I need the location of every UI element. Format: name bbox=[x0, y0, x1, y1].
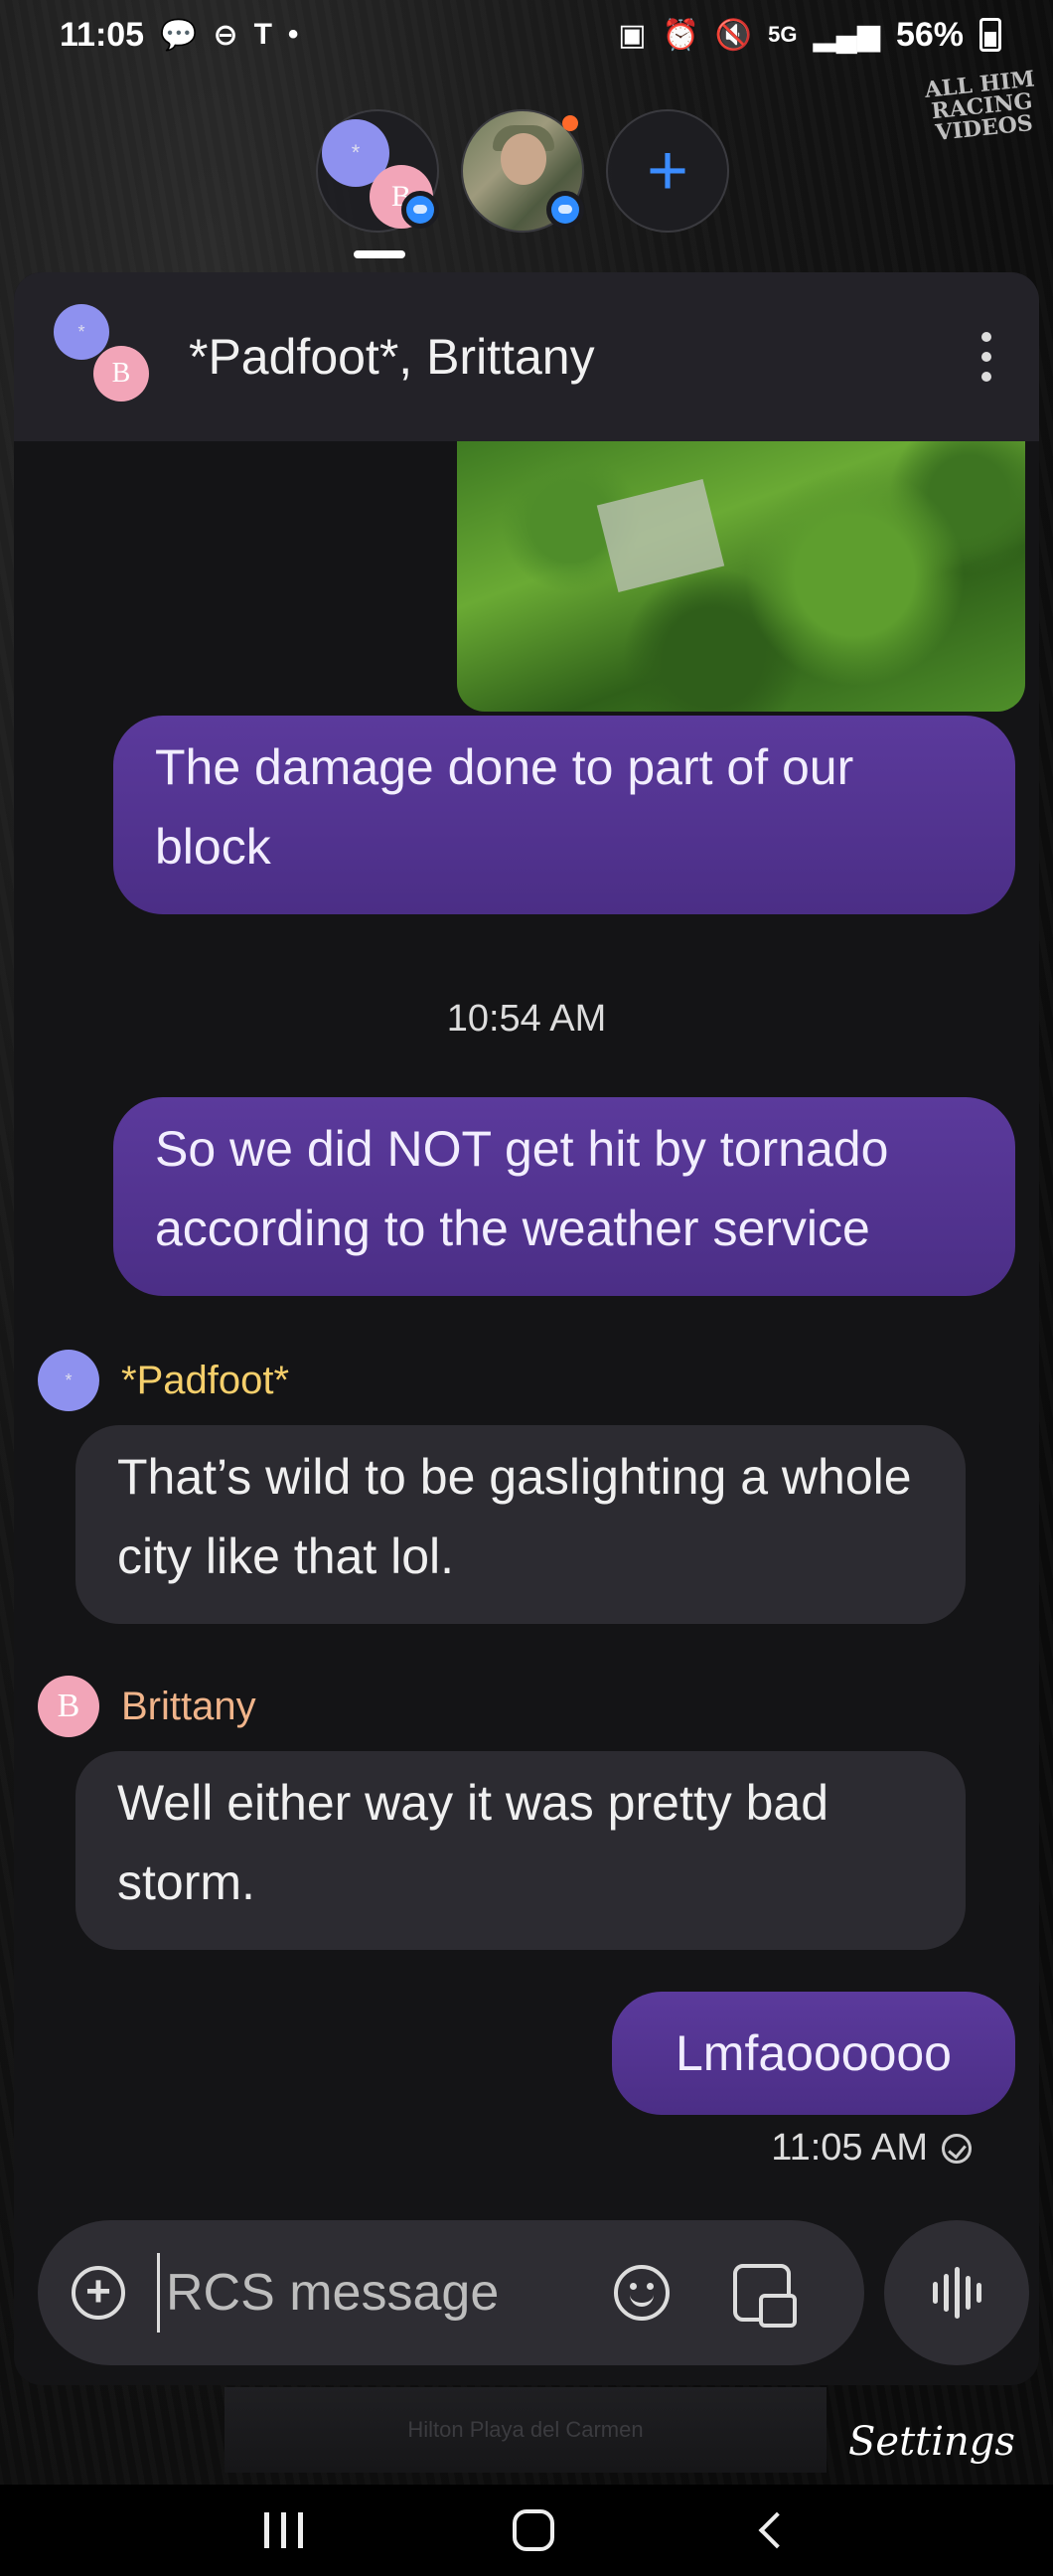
compose-bar: + bbox=[38, 2220, 864, 2365]
voice-message-button[interactable] bbox=[884, 2220, 1029, 2365]
sender-brittany: B Brittany bbox=[38, 1676, 256, 1737]
emoji-icon[interactable] bbox=[614, 2265, 670, 2321]
add-bubble-button[interactable]: + bbox=[606, 109, 729, 233]
back-icon[interactable] bbox=[758, 2511, 795, 2549]
photo-face bbox=[501, 133, 546, 185]
sender-padfoot: * *Padfoot* bbox=[38, 1350, 289, 1411]
image-debris bbox=[596, 479, 725, 592]
padfoot-avatar: * bbox=[54, 304, 109, 360]
signal-icon: ▂▄▆ bbox=[813, 18, 880, 52]
messages-badge-icon bbox=[546, 191, 584, 229]
active-bubble-indicator bbox=[354, 250, 405, 258]
sent-time: 11:05 AM bbox=[771, 2127, 928, 2169]
add-attachment-icon[interactable]: + bbox=[72, 2266, 125, 2320]
contact-photo-bubble-head[interactable] bbox=[461, 109, 584, 233]
navigation-bar bbox=[0, 2485, 1053, 2576]
incoming-message[interactable]: That’s wild to be gaslighting a whole ci… bbox=[75, 1425, 966, 1624]
notification-dot-icon: • bbox=[287, 18, 299, 51]
map-location-label: Hilton Playa del Carmen bbox=[407, 2417, 644, 2442]
message-input[interactable] bbox=[157, 2253, 594, 2333]
chat-bubble-icon: 💬 bbox=[160, 18, 198, 52]
outgoing-message[interactable]: The damage done to part of our block bbox=[113, 716, 1015, 914]
brittany-avatar: B bbox=[93, 346, 149, 402]
watermark-logo: ALL HIM RACING VIDEOS bbox=[923, 66, 1036, 147]
settings-link[interactable]: Settings bbox=[848, 2419, 1015, 2465]
sent-status: 11:05 AM bbox=[771, 2127, 972, 2170]
do-not-disturb-icon: ⊖ bbox=[213, 18, 238, 52]
unread-dot-icon bbox=[562, 115, 578, 131]
alarm-icon: ⏰ bbox=[662, 18, 699, 52]
chat-panel: * B *Padfoot*, Brittany The damage done … bbox=[14, 272, 1039, 2385]
battery-icon bbox=[979, 18, 1001, 52]
outgoing-message[interactable]: Lmfaoooooo bbox=[612, 1992, 1015, 2115]
image-message[interactable] bbox=[457, 441, 1025, 712]
message-timestamp: 10:54 AM bbox=[446, 998, 607, 1040]
network-type: 5G bbox=[768, 22, 798, 47]
battery-percent: 56% bbox=[895, 15, 964, 54]
map-strip: Hilton Playa del Carmen bbox=[225, 2387, 827, 2473]
conversation-avatar[interactable]: * B bbox=[54, 302, 163, 411]
messages-badge-icon bbox=[401, 191, 439, 229]
plus-icon: + bbox=[646, 131, 689, 211]
sender-name: Brittany bbox=[121, 1684, 256, 1728]
home-icon[interactable] bbox=[512, 2509, 554, 2551]
chat-header: * B *Padfoot*, Brittany bbox=[14, 272, 1039, 441]
brittany-avatar[interactable]: B bbox=[38, 1676, 99, 1737]
sender-name: *Padfoot* bbox=[121, 1358, 290, 1402]
incoming-message[interactable]: Well either way it was pretty bad storm. bbox=[75, 1751, 966, 1950]
status-bar: 11:05 💬 ⊖ T • ▣ ⏰ 🔇 5G ▂▄▆ 56% bbox=[0, 0, 1053, 70]
recent-apps-icon[interactable] bbox=[263, 2512, 303, 2548]
group-bubble-head[interactable]: * B bbox=[316, 109, 439, 233]
conversation-title[interactable]: *Padfoot*, Brittany bbox=[189, 328, 595, 386]
mute-icon: 🔇 bbox=[714, 18, 753, 52]
carrier-icon: T bbox=[253, 18, 272, 51]
gallery-icon[interactable] bbox=[733, 2264, 797, 2328]
status-time: 11:05 bbox=[60, 15, 145, 54]
bubble-heads: * B + bbox=[316, 109, 729, 233]
nfc-icon: ▣ bbox=[618, 18, 647, 52]
more-options-icon[interactable] bbox=[981, 332, 991, 382]
outgoing-message[interactable]: So we did NOT get hit by tornado accordi… bbox=[113, 1097, 1015, 1296]
delivered-check-icon bbox=[942, 2133, 972, 2164]
padfoot-avatar[interactable]: * bbox=[38, 1350, 99, 1411]
